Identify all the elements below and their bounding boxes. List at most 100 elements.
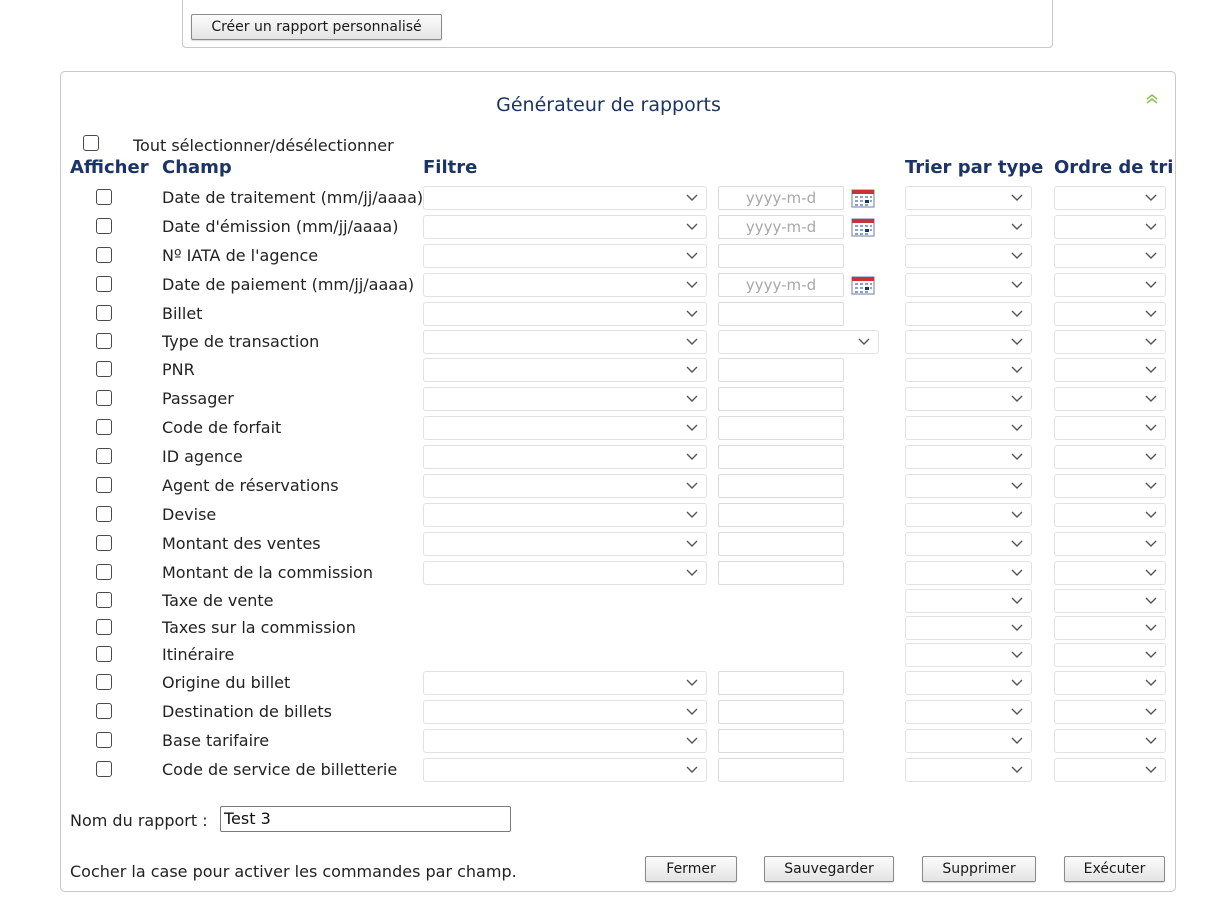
show-checkbox[interactable] (96, 535, 112, 551)
sort-type-select[interactable] (905, 302, 1032, 326)
show-checkbox[interactable] (96, 189, 112, 205)
show-checkbox[interactable] (96, 448, 112, 464)
filter-operator-select[interactable] (423, 561, 707, 585)
calendar-icon[interactable] (851, 217, 875, 237)
sort-type-select[interactable] (905, 215, 1032, 239)
sort-type-select[interactable] (905, 416, 1032, 440)
sort-order-select[interactable] (1054, 215, 1166, 239)
sort-type-select[interactable] (905, 244, 1032, 268)
sort-order-select[interactable] (1054, 561, 1166, 585)
filter-date-input[interactable]: yyyy-m-d (718, 215, 844, 239)
show-checkbox[interactable] (96, 619, 112, 635)
sort-type-select[interactable] (905, 589, 1032, 613)
sort-order-select[interactable] (1054, 244, 1166, 268)
report-name-input[interactable]: Test 3 (220, 806, 511, 832)
sort-order-select[interactable] (1054, 643, 1166, 667)
filter-value-input[interactable] (718, 700, 844, 724)
filter-value-input[interactable] (718, 561, 844, 585)
filter-value-input[interactable] (718, 416, 844, 440)
sort-type-select[interactable] (905, 643, 1032, 667)
show-checkbox[interactable] (96, 218, 112, 234)
filter-operator-select[interactable] (423, 302, 707, 326)
sort-type-select[interactable] (905, 532, 1032, 556)
show-checkbox[interactable] (96, 674, 112, 690)
filter-date-input[interactable]: yyyy-m-d (718, 273, 844, 297)
filter-value-input[interactable] (718, 474, 844, 498)
select-all-checkbox[interactable] (83, 135, 99, 151)
sort-order-select[interactable] (1054, 416, 1166, 440)
filter-operator-select[interactable] (423, 532, 707, 556)
show-checkbox[interactable] (96, 732, 112, 748)
filter-operator-select[interactable] (423, 358, 707, 382)
filter-operator-select[interactable] (423, 416, 707, 440)
filter-value-input[interactable] (718, 532, 844, 556)
sort-order-select[interactable] (1054, 589, 1166, 613)
sort-order-select[interactable] (1054, 358, 1166, 382)
collapse-icon[interactable] (1144, 92, 1160, 106)
sort-order-select[interactable] (1054, 387, 1166, 411)
calendar-icon[interactable] (851, 275, 875, 295)
show-checkbox[interactable] (96, 305, 112, 321)
create-custom-report-button[interactable]: Créer un rapport personnalisé (191, 14, 442, 40)
show-checkbox[interactable] (96, 506, 112, 522)
sort-type-select[interactable] (905, 758, 1032, 782)
filter-value-input[interactable] (718, 387, 844, 411)
sort-type-select[interactable] (905, 330, 1032, 354)
show-checkbox[interactable] (96, 592, 112, 608)
show-checkbox[interactable] (96, 761, 112, 777)
filter-operator-select[interactable] (423, 273, 707, 297)
sort-order-select[interactable] (1054, 700, 1166, 724)
sort-order-select[interactable] (1054, 616, 1166, 640)
sort-type-select[interactable] (905, 503, 1032, 527)
show-checkbox[interactable] (96, 276, 112, 292)
filter-operator-select[interactable] (423, 671, 707, 695)
filter-operator-select[interactable] (423, 445, 707, 469)
filter-value-input[interactable] (718, 244, 844, 268)
show-checkbox[interactable] (96, 333, 112, 349)
sort-type-select[interactable] (905, 616, 1032, 640)
filter-operator-select[interactable] (423, 330, 707, 354)
sort-type-select[interactable] (905, 561, 1032, 585)
sort-order-select[interactable] (1054, 671, 1166, 695)
filter-operator-select[interactable] (423, 215, 707, 239)
filter-operator-select[interactable] (423, 387, 707, 411)
sort-order-select[interactable] (1054, 302, 1166, 326)
filter-operator-select[interactable] (423, 503, 707, 527)
filter-value-select[interactable] (718, 330, 879, 354)
show-checkbox[interactable] (96, 646, 112, 662)
close-button[interactable]: Fermer (645, 856, 737, 882)
sort-order-select[interactable] (1054, 503, 1166, 527)
filter-operator-select[interactable] (423, 186, 707, 210)
show-checkbox[interactable] (96, 361, 112, 377)
filter-value-input[interactable] (718, 445, 844, 469)
filter-operator-select[interactable] (423, 700, 707, 724)
show-checkbox[interactable] (96, 419, 112, 435)
show-checkbox[interactable] (96, 703, 112, 719)
sort-order-select[interactable] (1054, 729, 1166, 753)
show-checkbox[interactable] (96, 247, 112, 263)
sort-order-select[interactable] (1054, 330, 1166, 354)
delete-button[interactable]: Supprimer (922, 856, 1036, 882)
filter-value-input[interactable] (718, 671, 844, 695)
sort-type-select[interactable] (905, 186, 1032, 210)
run-button[interactable]: Exécuter (1064, 856, 1165, 882)
filter-operator-select[interactable] (423, 758, 707, 782)
filter-operator-select[interactable] (423, 244, 707, 268)
save-button[interactable]: Sauvegarder (764, 856, 894, 882)
sort-type-select[interactable] (905, 474, 1032, 498)
sort-order-select[interactable] (1054, 532, 1166, 556)
sort-order-select[interactable] (1054, 186, 1166, 210)
sort-type-select[interactable] (905, 700, 1032, 724)
calendar-icon[interactable] (851, 188, 875, 208)
sort-type-select[interactable] (905, 273, 1032, 297)
sort-type-select[interactable] (905, 445, 1032, 469)
sort-order-select[interactable] (1054, 758, 1166, 782)
sort-order-select[interactable] (1054, 445, 1166, 469)
sort-type-select[interactable] (905, 729, 1032, 753)
show-checkbox[interactable] (96, 390, 112, 406)
show-checkbox[interactable] (96, 564, 112, 580)
filter-value-input[interactable] (718, 358, 844, 382)
filter-value-input[interactable] (718, 729, 844, 753)
show-checkbox[interactable] (96, 477, 112, 493)
filter-value-input[interactable] (718, 758, 844, 782)
